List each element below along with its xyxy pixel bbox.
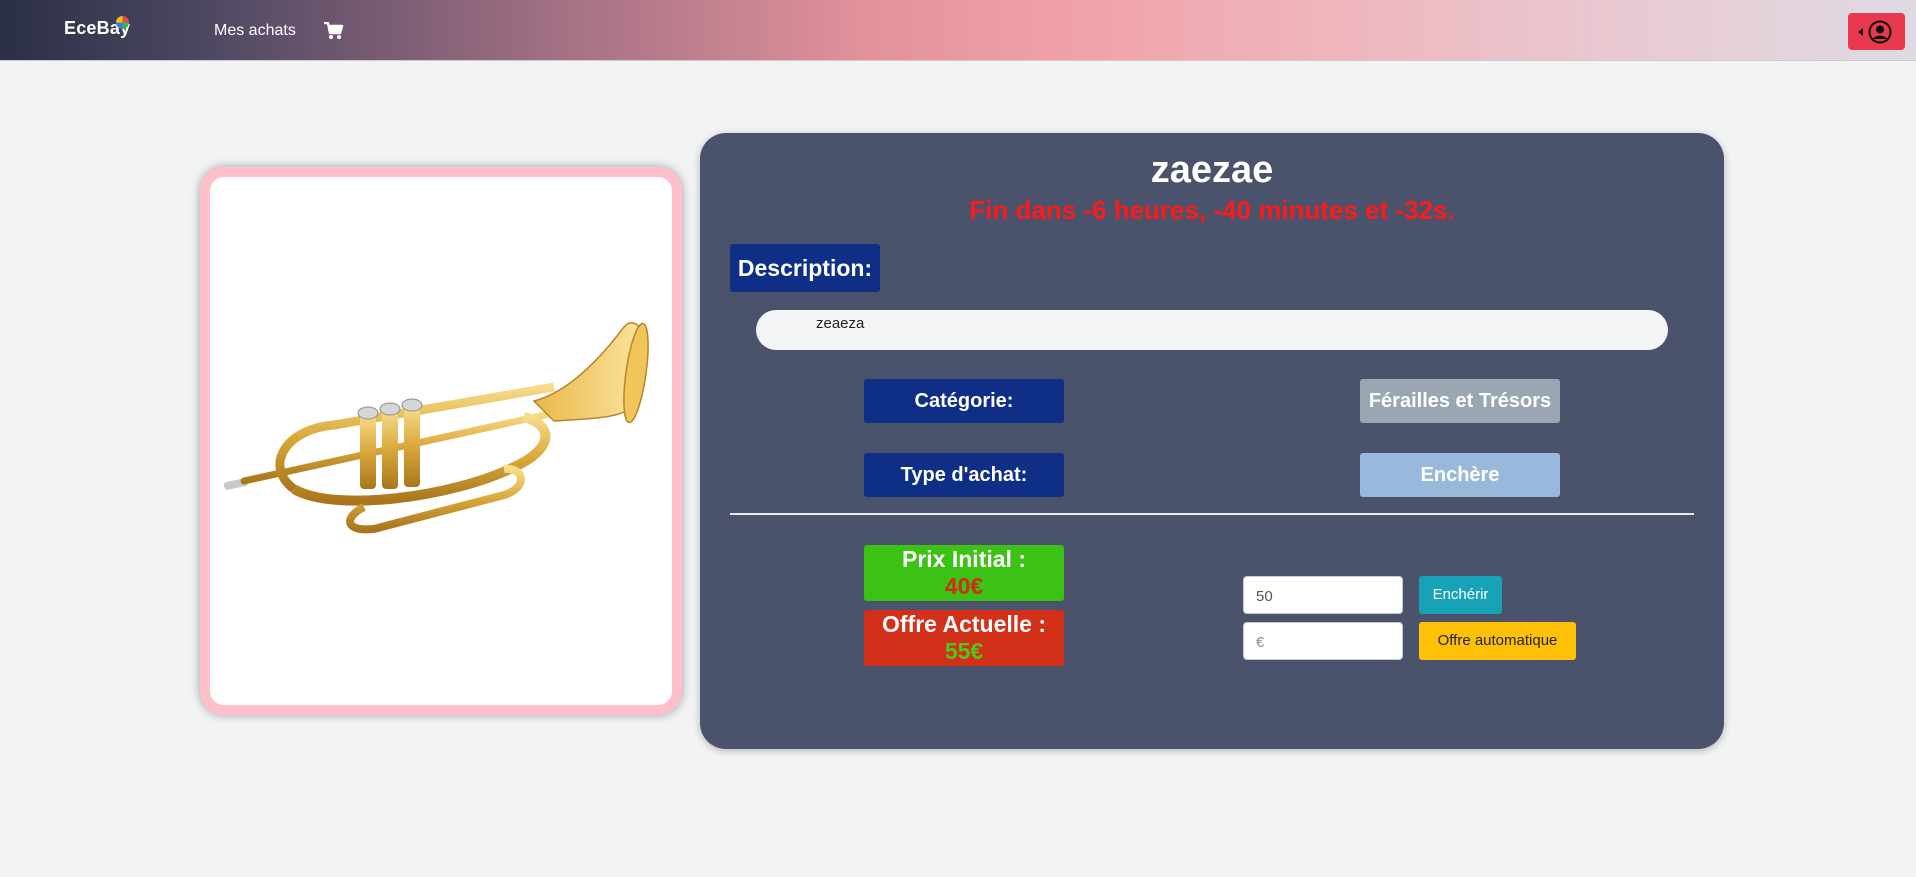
category-value: Férailles et Trésors [1360, 379, 1560, 423]
brand-logo-icon [116, 16, 129, 29]
nav-link-purchases[interactable]: Mes achats [214, 22, 296, 40]
initial-price-label: Prix Initial : [902, 546, 1026, 572]
current-offer-value: 55€ [944, 638, 984, 664]
cart-icon[interactable] [324, 21, 344, 40]
current-offer-badge: Offre Actuelle : 55€ [864, 610, 1064, 666]
auto-offer-input[interactable]: € [1243, 622, 1403, 660]
purchase-type-label: Type d'achat: [864, 453, 1064, 497]
caret-left-icon [1858, 28, 1863, 36]
product-detail-panel: zaezae Fin dans -6 heures, -40 minutes e… [700, 133, 1724, 749]
bid-button[interactable]: Enchérir [1419, 576, 1502, 614]
bid-amount-input[interactable]: 50 [1243, 576, 1403, 614]
current-offer-label: Offre Actuelle : [881, 611, 1046, 637]
description-label: Description: [730, 244, 880, 292]
trumpet-image [224, 322, 649, 534]
product-image-card [200, 167, 682, 715]
product-title: zaezae [1150, 149, 1274, 191]
section-divider [730, 513, 1694, 515]
purchase-type-value: Enchère [1360, 453, 1560, 497]
initial-price-value: 40€ [944, 573, 984, 599]
auto-offer-button[interactable]: Offre automatique [1419, 622, 1576, 660]
top-navbar: EceBay Mes achats [0, 0, 1916, 61]
initial-price-badge: Prix Initial : 40€ [864, 545, 1064, 601]
auction-countdown: Fin dans -6 heures, -40 minutes et -32s. [969, 195, 1455, 225]
category-label: Catégorie: [864, 379, 1064, 423]
description-text: zeaeza [756, 310, 1668, 350]
user-circle-icon [1868, 20, 1892, 44]
user-menu-button[interactable] [1848, 13, 1905, 50]
